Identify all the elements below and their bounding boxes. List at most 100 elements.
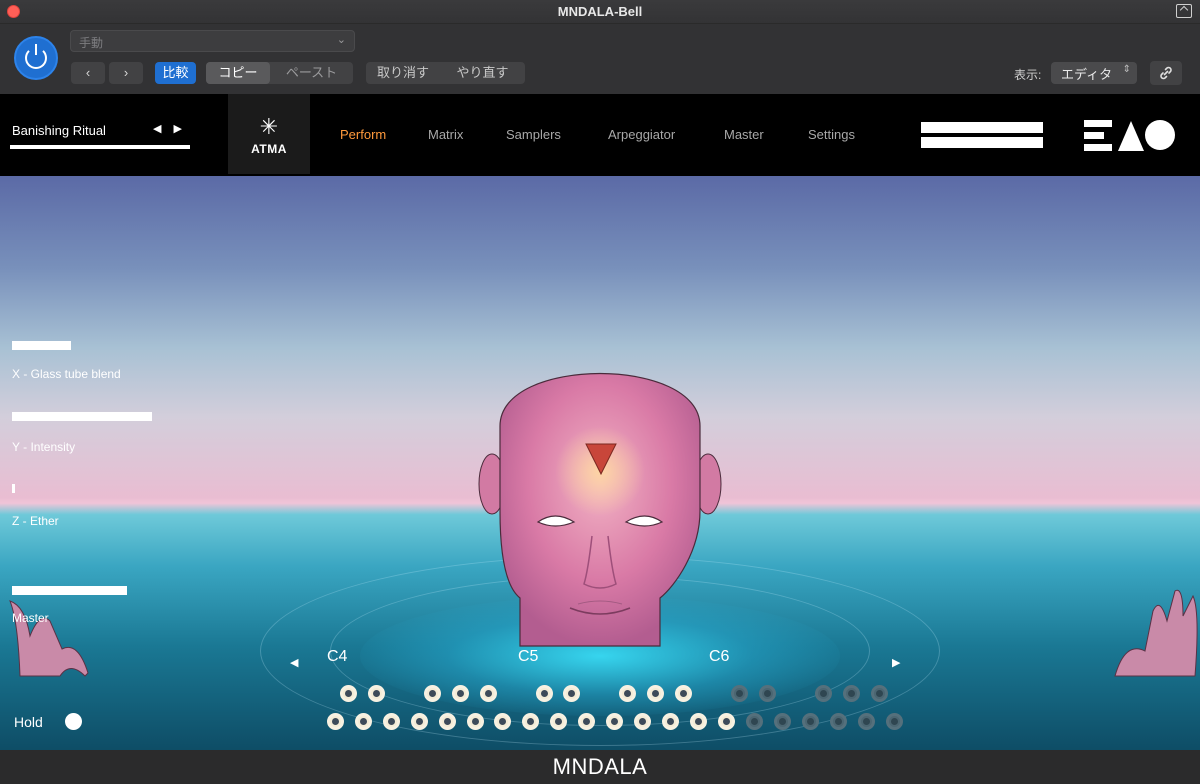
product-name: MNDALA [552, 754, 648, 779]
tab-arpeggiator[interactable]: Arpeggiator [608, 127, 675, 142]
undo-button[interactable]: 取り消す [366, 62, 440, 84]
sparkle-icon: ✳ [259, 114, 279, 139]
power-button[interactable] [14, 36, 58, 80]
white-key[interactable] [439, 713, 456, 730]
white-key[interactable] [606, 713, 623, 730]
tab-samplers[interactable]: Samplers [506, 127, 561, 142]
chevron-down-icon: ⌄ [336, 34, 346, 46]
white-key-inactive[interactable] [774, 713, 791, 730]
octave-label-c6: C6 [709, 648, 730, 665]
plugin-footer: MNDALA [0, 750, 1200, 784]
y-parameter-label: Y - Intensity [12, 440, 76, 454]
tab-settings[interactable]: Settings [808, 127, 855, 142]
octave-label-c4: C4 [327, 648, 348, 665]
preset-underline [10, 145, 190, 149]
tab-perform[interactable]: Perform [340, 127, 386, 142]
host-toolbar: 手動 ⌄ ‹ › 比較 コピー ペースト 取り消す やり直す 表示: エディタ … [0, 24, 1200, 94]
white-key[interactable] [494, 713, 511, 730]
preset-arrows: ◀▶ [153, 122, 194, 135]
hold-label: Hold [14, 714, 43, 730]
compare-button[interactable]: 比較 [155, 62, 196, 84]
white-key[interactable] [662, 713, 679, 730]
black-key[interactable] [368, 685, 385, 702]
plugin-header: Banishing Ritual ◀▶ ✳ ATMA Perform Matri… [0, 94, 1200, 176]
up-down-chevron-icon: ⇕ [1122, 64, 1131, 75]
power-icon [25, 44, 47, 69]
right-hand-illustration [1114, 589, 1198, 677]
next-preset-button[interactable]: › [109, 62, 143, 84]
chevron-left-icon: ‹ [85, 65, 91, 80]
black-key-inactive[interactable] [815, 685, 832, 702]
y-parameter-bar[interactable] [12, 412, 152, 421]
white-key-inactive[interactable] [858, 713, 875, 730]
window-titlebar: MNDALA-Bell [0, 0, 1200, 24]
tab-master[interactable]: Master [724, 127, 764, 142]
z-parameter-label: Z - Ether [12, 514, 59, 528]
undo-redo-group: 取り消す やり直す [366, 62, 525, 84]
black-key[interactable] [536, 685, 553, 702]
link-button[interactable] [1150, 61, 1182, 85]
white-key-inactive[interactable] [886, 713, 903, 730]
share-icon[interactable] [1176, 4, 1192, 18]
octave-up-icon[interactable]: ▶ [892, 656, 900, 669]
white-key[interactable] [411, 713, 428, 730]
white-key[interactable] [690, 713, 707, 730]
window-title: MNDALA-Bell [557, 4, 643, 19]
brand-bars-logo [921, 122, 1043, 152]
view-select[interactable]: エディタ ⇕ [1051, 62, 1137, 84]
head-illustration [478, 373, 722, 647]
white-key[interactable] [578, 713, 595, 730]
black-key[interactable] [452, 685, 469, 702]
master-parameter-bar[interactable] [12, 586, 127, 595]
view-label: 表示: [1014, 68, 1042, 82]
brand-shapes-logo [1084, 120, 1175, 151]
white-key[interactable] [522, 713, 539, 730]
white-key-inactive[interactable] [746, 713, 763, 730]
black-key-inactive[interactable] [871, 685, 888, 702]
paste-button[interactable]: ペースト [270, 62, 353, 84]
white-key-inactive[interactable] [802, 713, 819, 730]
link-icon [1160, 66, 1172, 80]
preset-menu-value: 手動 [79, 36, 104, 50]
white-key[interactable] [327, 713, 344, 730]
tab-matrix[interactable]: Matrix [428, 127, 463, 142]
master-parameter-label: Master [12, 611, 49, 625]
preset-menu[interactable]: 手動 ⌄ [70, 30, 355, 52]
next-preset-arrow-icon[interactable]: ▶ [173, 123, 193, 135]
white-key[interactable] [383, 713, 400, 730]
x-parameter-bar[interactable] [12, 341, 71, 350]
chevron-right-icon: › [123, 65, 129, 80]
view-select-value: エディタ [1061, 67, 1113, 82]
black-key[interactable] [424, 685, 441, 702]
atma-brand: ATMA [251, 142, 287, 156]
black-key-inactive[interactable] [843, 685, 860, 702]
copy-paste-group: コピー ペースト [206, 62, 353, 84]
prev-preset-arrow-icon[interactable]: ◀ [153, 123, 173, 135]
black-key[interactable] [480, 685, 497, 702]
black-key[interactable] [619, 685, 636, 702]
white-key[interactable] [718, 713, 735, 730]
copy-button[interactable]: コピー [206, 62, 270, 84]
octave-down-icon[interactable]: ◀ [290, 656, 298, 669]
black-key[interactable] [647, 685, 664, 702]
white-key[interactable] [634, 713, 651, 730]
hold-toggle[interactable] [65, 713, 82, 730]
x-parameter-label: X - Glass tube blend [12, 367, 121, 381]
plugin-preset-name[interactable]: Banishing Ritual [12, 123, 106, 138]
redo-button[interactable]: やり直す [440, 62, 525, 84]
white-key[interactable] [355, 713, 372, 730]
white-key-inactive[interactable] [830, 713, 847, 730]
black-key-inactive[interactable] [759, 685, 776, 702]
atma-tab[interactable]: ✳ ATMA [228, 94, 310, 174]
black-key[interactable] [563, 685, 580, 702]
previous-preset-button[interactable]: ‹ [71, 62, 105, 84]
black-key-inactive[interactable] [731, 685, 748, 702]
z-parameter-bar[interactable] [12, 484, 15, 493]
perform-scene: X - Glass tube blend Y - Intensity Z - E… [0, 176, 1200, 750]
white-key[interactable] [467, 713, 484, 730]
black-key[interactable] [675, 685, 692, 702]
white-key[interactable] [550, 713, 567, 730]
black-key[interactable] [340, 685, 357, 702]
left-hand-illustration [9, 600, 89, 677]
octave-label-c5: C5 [518, 648, 539, 665]
